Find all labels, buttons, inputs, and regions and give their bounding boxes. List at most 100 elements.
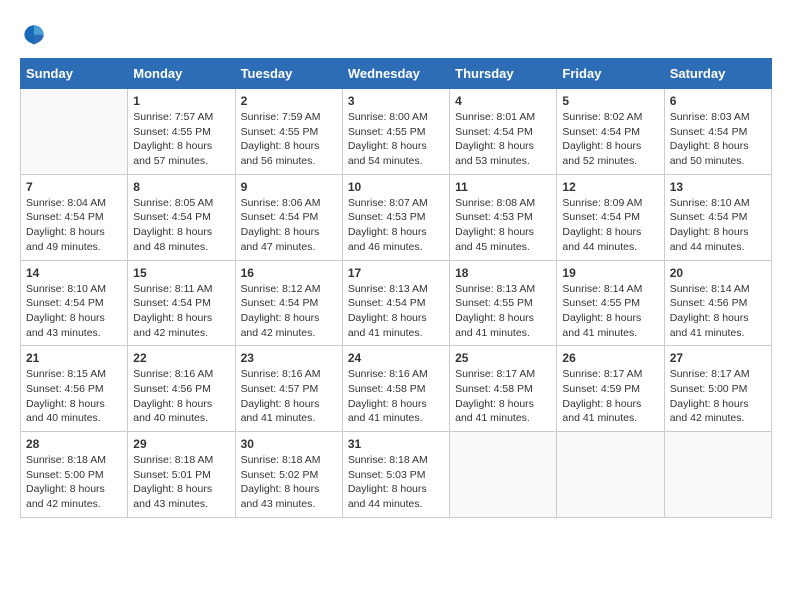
sunrise-label: Sunrise: 8:05 AM bbox=[133, 197, 213, 209]
cell-content: Sunrise: 8:16 AM Sunset: 4:58 PM Dayligh… bbox=[348, 367, 444, 426]
sunrise-label: Sunrise: 8:18 AM bbox=[348, 454, 428, 466]
calendar-table: SundayMondayTuesdayWednesdayThursdayFrid… bbox=[20, 58, 772, 518]
sunrise-label: Sunrise: 8:18 AM bbox=[241, 454, 321, 466]
calendar-cell: 30 Sunrise: 8:18 AM Sunset: 5:02 PM Dayl… bbox=[235, 432, 342, 518]
cell-content: Sunrise: 8:17 AM Sunset: 4:59 PM Dayligh… bbox=[562, 367, 658, 426]
day-number: 26 bbox=[562, 351, 658, 365]
daylight-label: Daylight: 8 hours and 41 minutes. bbox=[562, 398, 641, 425]
sunrise-label: Sunrise: 7:57 AM bbox=[133, 111, 213, 123]
sunset-label: Sunset: 4:54 PM bbox=[133, 211, 211, 223]
cell-content: Sunrise: 8:03 AM Sunset: 4:54 PM Dayligh… bbox=[670, 110, 766, 169]
sunrise-label: Sunrise: 8:17 AM bbox=[562, 368, 642, 380]
day-number: 24 bbox=[348, 351, 444, 365]
cell-content: Sunrise: 8:10 AM Sunset: 4:54 PM Dayligh… bbox=[670, 196, 766, 255]
calendar-cell: 1 Sunrise: 7:57 AM Sunset: 4:55 PM Dayli… bbox=[128, 89, 235, 175]
sunrise-label: Sunrise: 8:01 AM bbox=[455, 111, 535, 123]
calendar-cell: 5 Sunrise: 8:02 AM Sunset: 4:54 PM Dayli… bbox=[557, 89, 664, 175]
day-number: 12 bbox=[562, 180, 658, 194]
sunrise-label: Sunrise: 8:17 AM bbox=[455, 368, 535, 380]
daylight-label: Daylight: 8 hours and 44 minutes. bbox=[348, 483, 427, 510]
sunrise-label: Sunrise: 8:02 AM bbox=[562, 111, 642, 123]
calendar-cell: 19 Sunrise: 8:14 AM Sunset: 4:55 PM Dayl… bbox=[557, 260, 664, 346]
sunset-label: Sunset: 5:03 PM bbox=[348, 469, 426, 481]
daylight-label: Daylight: 8 hours and 41 minutes. bbox=[241, 398, 320, 425]
daylight-label: Daylight: 8 hours and 41 minutes. bbox=[455, 312, 534, 339]
sunrise-label: Sunrise: 8:18 AM bbox=[133, 454, 213, 466]
daylight-label: Daylight: 8 hours and 50 minutes. bbox=[670, 140, 749, 167]
day-number: 5 bbox=[562, 94, 658, 108]
day-number: 22 bbox=[133, 351, 229, 365]
logo bbox=[20, 20, 52, 48]
day-number: 14 bbox=[26, 266, 122, 280]
cell-content: Sunrise: 8:18 AM Sunset: 5:00 PM Dayligh… bbox=[26, 453, 122, 512]
daylight-label: Daylight: 8 hours and 43 minutes. bbox=[26, 312, 105, 339]
weekday-header-friday: Friday bbox=[557, 59, 664, 89]
sunset-label: Sunset: 5:02 PM bbox=[241, 469, 319, 481]
cell-content: Sunrise: 8:14 AM Sunset: 4:55 PM Dayligh… bbox=[562, 282, 658, 341]
sunrise-label: Sunrise: 8:08 AM bbox=[455, 197, 535, 209]
cell-content: Sunrise: 8:15 AM Sunset: 4:56 PM Dayligh… bbox=[26, 367, 122, 426]
day-number: 4 bbox=[455, 94, 551, 108]
cell-content: Sunrise: 8:05 AM Sunset: 4:54 PM Dayligh… bbox=[133, 196, 229, 255]
day-number: 30 bbox=[241, 437, 337, 451]
calendar-cell bbox=[21, 89, 128, 175]
sunset-label: Sunset: 4:54 PM bbox=[241, 297, 319, 309]
calendar-cell: 27 Sunrise: 8:17 AM Sunset: 5:00 PM Dayl… bbox=[664, 346, 771, 432]
cell-content: Sunrise: 8:11 AM Sunset: 4:54 PM Dayligh… bbox=[133, 282, 229, 341]
sunrise-label: Sunrise: 8:15 AM bbox=[26, 368, 106, 380]
sunrise-label: Sunrise: 8:12 AM bbox=[241, 283, 321, 295]
cell-content: Sunrise: 8:09 AM Sunset: 4:54 PM Dayligh… bbox=[562, 196, 658, 255]
daylight-label: Daylight: 8 hours and 46 minutes. bbox=[348, 226, 427, 253]
sunrise-label: Sunrise: 8:14 AM bbox=[670, 283, 750, 295]
cell-content: Sunrise: 8:16 AM Sunset: 4:56 PM Dayligh… bbox=[133, 367, 229, 426]
calendar-cell: 21 Sunrise: 8:15 AM Sunset: 4:56 PM Dayl… bbox=[21, 346, 128, 432]
cell-content: Sunrise: 7:57 AM Sunset: 4:55 PM Dayligh… bbox=[133, 110, 229, 169]
calendar-cell: 3 Sunrise: 8:00 AM Sunset: 4:55 PM Dayli… bbox=[342, 89, 449, 175]
sunrise-label: Sunrise: 8:10 AM bbox=[26, 283, 106, 295]
day-number: 19 bbox=[562, 266, 658, 280]
sunset-label: Sunset: 4:54 PM bbox=[562, 126, 640, 138]
day-number: 3 bbox=[348, 94, 444, 108]
calendar-cell: 29 Sunrise: 8:18 AM Sunset: 5:01 PM Dayl… bbox=[128, 432, 235, 518]
sunset-label: Sunset: 4:56 PM bbox=[670, 297, 748, 309]
sunrise-label: Sunrise: 8:00 AM bbox=[348, 111, 428, 123]
sunset-label: Sunset: 4:55 PM bbox=[562, 297, 640, 309]
week-row-5: 28 Sunrise: 8:18 AM Sunset: 5:00 PM Dayl… bbox=[21, 432, 772, 518]
weekday-header-row: SundayMondayTuesdayWednesdayThursdayFrid… bbox=[21, 59, 772, 89]
daylight-label: Daylight: 8 hours and 52 minutes. bbox=[562, 140, 641, 167]
sunset-label: Sunset: 4:56 PM bbox=[26, 383, 104, 395]
cell-content: Sunrise: 8:02 AM Sunset: 4:54 PM Dayligh… bbox=[562, 110, 658, 169]
calendar-cell: 12 Sunrise: 8:09 AM Sunset: 4:54 PM Dayl… bbox=[557, 174, 664, 260]
cell-content: Sunrise: 8:16 AM Sunset: 4:57 PM Dayligh… bbox=[241, 367, 337, 426]
sunset-label: Sunset: 4:55 PM bbox=[241, 126, 319, 138]
calendar-cell: 8 Sunrise: 8:05 AM Sunset: 4:54 PM Dayli… bbox=[128, 174, 235, 260]
day-number: 6 bbox=[670, 94, 766, 108]
sunrise-label: Sunrise: 8:13 AM bbox=[455, 283, 535, 295]
daylight-label: Daylight: 8 hours and 41 minutes. bbox=[455, 398, 534, 425]
sunset-label: Sunset: 4:54 PM bbox=[455, 126, 533, 138]
sunrise-label: Sunrise: 8:10 AM bbox=[670, 197, 750, 209]
sunrise-label: Sunrise: 8:09 AM bbox=[562, 197, 642, 209]
sunset-label: Sunset: 5:01 PM bbox=[133, 469, 211, 481]
calendar-cell bbox=[664, 432, 771, 518]
calendar-cell: 31 Sunrise: 8:18 AM Sunset: 5:03 PM Dayl… bbox=[342, 432, 449, 518]
daylight-label: Daylight: 8 hours and 41 minutes. bbox=[348, 312, 427, 339]
daylight-label: Daylight: 8 hours and 53 minutes. bbox=[455, 140, 534, 167]
calendar-cell: 15 Sunrise: 8:11 AM Sunset: 4:54 PM Dayl… bbox=[128, 260, 235, 346]
sunset-label: Sunset: 4:58 PM bbox=[348, 383, 426, 395]
weekday-header-thursday: Thursday bbox=[450, 59, 557, 89]
daylight-label: Daylight: 8 hours and 40 minutes. bbox=[26, 398, 105, 425]
daylight-label: Daylight: 8 hours and 42 minutes. bbox=[133, 312, 212, 339]
calendar-cell: 25 Sunrise: 8:17 AM Sunset: 4:58 PM Dayl… bbox=[450, 346, 557, 432]
cell-content: Sunrise: 8:10 AM Sunset: 4:54 PM Dayligh… bbox=[26, 282, 122, 341]
day-number: 31 bbox=[348, 437, 444, 451]
sunset-label: Sunset: 4:54 PM bbox=[670, 211, 748, 223]
calendar-cell: 13 Sunrise: 8:10 AM Sunset: 4:54 PM Dayl… bbox=[664, 174, 771, 260]
cell-content: Sunrise: 8:13 AM Sunset: 4:54 PM Dayligh… bbox=[348, 282, 444, 341]
sunset-label: Sunset: 4:55 PM bbox=[133, 126, 211, 138]
cell-content: Sunrise: 8:06 AM Sunset: 4:54 PM Dayligh… bbox=[241, 196, 337, 255]
cell-content: Sunrise: 8:18 AM Sunset: 5:01 PM Dayligh… bbox=[133, 453, 229, 512]
cell-content: Sunrise: 8:17 AM Sunset: 4:58 PM Dayligh… bbox=[455, 367, 551, 426]
day-number: 29 bbox=[133, 437, 229, 451]
daylight-label: Daylight: 8 hours and 57 minutes. bbox=[133, 140, 212, 167]
